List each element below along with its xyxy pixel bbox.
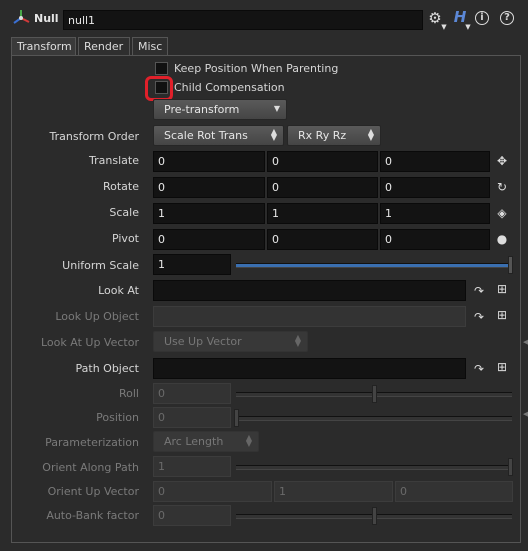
node-type-label: Null [34, 12, 59, 25]
look-up-object-field [153, 306, 466, 327]
orient-along-path-field: 1 [153, 456, 231, 477]
tab-misc[interactable]: Misc [132, 37, 168, 55]
uniform-scale-label: Uniform Scale [62, 259, 139, 272]
updown-arrows-icon: ▲ ▼ [270, 127, 277, 142]
uniform-scale-field[interactable]: 1 [153, 254, 231, 275]
jump-to-operator-icon[interactable]: ↷ [472, 310, 486, 324]
pre-transform-menu[interactable]: Pre-transform ▼ [153, 99, 287, 120]
updown-arrows-icon: ▲ ▼ [245, 433, 252, 448]
rotate-order-menu[interactable]: Rx Ry Rz ▲ ▼ [287, 125, 381, 146]
parameterization-label: Parameterization [45, 436, 139, 449]
orient-along-path-label: Orient Along Path [42, 461, 139, 474]
operator-chooser-icon[interactable]: ⊞ [494, 308, 510, 322]
operator-chooser-icon[interactable]: ⊞ [494, 282, 510, 296]
uniform-scale-slider-handle[interactable] [508, 256, 513, 274]
scale-x-field[interactable]: 1 [153, 203, 265, 224]
scale-handle-icon[interactable]: ◈ [494, 206, 510, 220]
tab-render[interactable]: Render [78, 37, 130, 55]
position-label: Position [96, 411, 139, 424]
chevron-down-icon[interactable]: ▼ [440, 20, 448, 34]
orient-up-vector-y-field: 1 [274, 481, 393, 502]
translate-z-field[interactable]: 0 [380, 151, 490, 172]
pre-transform-label: Pre-transform [164, 103, 240, 116]
position-field: 0 [153, 407, 231, 428]
info-icon[interactable]: i [475, 11, 489, 25]
keep-position-label: Keep Position When Parenting [174, 62, 339, 75]
parameterization-menu: Arc Length ▲ ▼ [153, 431, 259, 452]
rotate-order-value: Rx Ry Rz [298, 129, 347, 142]
orient-up-vector-z-field: 0 [395, 481, 513, 502]
look-at-up-vector-value: Use Up Vector [164, 335, 242, 348]
orient-up-vector-label: Orient Up Vector [47, 485, 139, 498]
look-up-object-label: Look Up Object [55, 310, 139, 323]
chevron-down-icon[interactable]: ▼ [464, 20, 472, 34]
jump-to-operator-icon[interactable]: ↷ [472, 362, 486, 376]
translate-y-field[interactable]: 0 [267, 151, 378, 172]
transform-order-value: Scale Rot Trans [164, 129, 248, 142]
translate-label: Translate [89, 154, 139, 167]
rotate-y-field[interactable]: 0 [267, 177, 378, 198]
node-name-field[interactable]: null1 [63, 10, 423, 30]
updown-arrows-icon: ▲ ▼ [294, 333, 301, 348]
pivot-label: Pivot [111, 232, 139, 245]
path-object-label: Path Object [75, 362, 140, 375]
scroll-marker: ◀ [523, 338, 528, 346]
roll-label: Roll [119, 387, 139, 400]
scale-y-field[interactable]: 1 [267, 203, 378, 224]
pivot-x-field[interactable]: 0 [153, 229, 265, 250]
pivot-handle-icon[interactable]: ● [494, 232, 510, 246]
scroll-marker: ◀ [523, 410, 528, 418]
jump-to-operator-icon[interactable]: ↷ [472, 284, 486, 298]
rotate-label: Rotate [102, 180, 139, 193]
operator-chooser-icon[interactable]: ⊞ [494, 360, 510, 374]
rotate-z-field[interactable]: 0 [380, 177, 490, 198]
child-compensation-label: Child Compensation [174, 81, 285, 94]
parameterization-value: Arc Length [164, 435, 224, 448]
pivot-z-field[interactable]: 0 [380, 229, 490, 250]
updown-arrows-icon: ▲ ▼ [367, 127, 374, 142]
help-icon[interactable]: ? [500, 11, 514, 25]
uniform-scale-slider[interactable] [236, 263, 508, 268]
look-at-label: Look At [98, 284, 139, 297]
null-node-icon [12, 9, 30, 27]
roll-slider-handle [372, 385, 377, 403]
orient-up-vector-x-field: 0 [153, 481, 272, 502]
rotate-x-field[interactable]: 0 [153, 177, 265, 198]
tab-transform[interactable]: Transform [11, 37, 76, 55]
look-at-up-vector-menu: Use Up Vector ▲ ▼ [153, 331, 308, 352]
auto-bank-factor-label: Auto-Bank factor [46, 509, 139, 522]
auto-bank-factor-field: 0 [153, 505, 231, 526]
rotate-handle-icon[interactable]: ↻ [494, 180, 510, 194]
pivot-y-field[interactable]: 0 [267, 229, 378, 250]
scale-label: Scale [109, 206, 139, 219]
orient-along-path-slider [236, 465, 510, 470]
highlight-circle [145, 76, 173, 101]
auto-bank-factor-slider-handle [372, 507, 377, 525]
look-at-up-vector-label: Look At Up Vector [41, 336, 139, 349]
roll-field: 0 [153, 383, 231, 404]
header-bar: Null null1 ⚙ ▼ H ▼ i ? [0, 0, 528, 36]
orient-along-path-slider-handle [508, 458, 513, 476]
position-slider [236, 416, 512, 421]
look-at-field[interactable] [153, 280, 466, 301]
path-object-field[interactable] [153, 358, 466, 379]
keep-position-checkbox[interactable] [155, 62, 168, 75]
transform-order-label: Transform Order [49, 130, 139, 143]
translate-x-field[interactable]: 0 [153, 151, 265, 172]
chevron-down-icon: ▼ [273, 104, 280, 113]
scale-z-field[interactable]: 1 [380, 203, 490, 224]
position-slider-handle [234, 409, 239, 427]
transform-order-menu[interactable]: Scale Rot Trans ▲ ▼ [153, 125, 284, 146]
translate-handle-icon[interactable]: ✥ [494, 154, 510, 168]
